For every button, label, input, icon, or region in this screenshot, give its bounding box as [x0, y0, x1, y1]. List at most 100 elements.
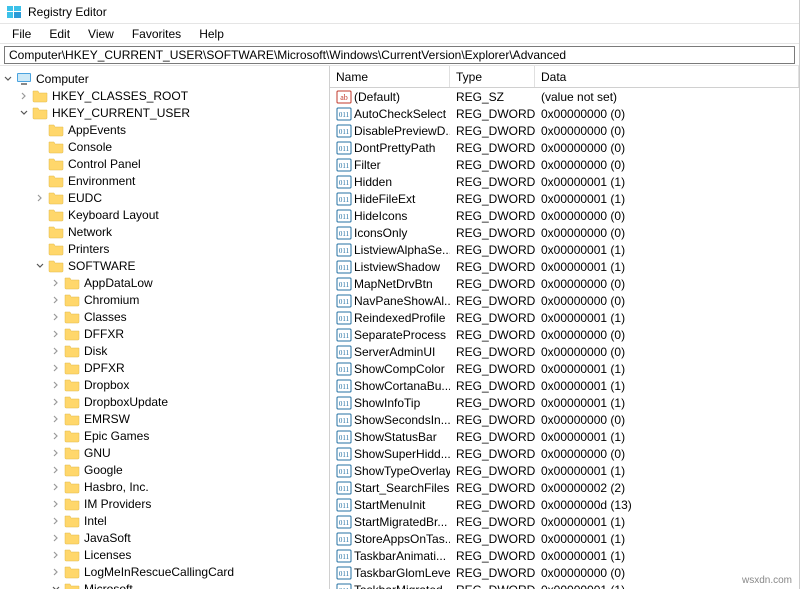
- tree-item[interactable]: IM Providers: [0, 495, 329, 512]
- tree-expander-icon[interactable]: [48, 581, 64, 589]
- tree-pane[interactable]: ComputerHKEY_CLASSES_ROOTHKEY_CURRENT_US…: [0, 66, 330, 589]
- column-header-type[interactable]: Type: [450, 66, 535, 87]
- menu-edit[interactable]: Edit: [41, 25, 78, 43]
- value-row[interactable]: 011DontPrettyPathREG_DWORD0x00000000 (0): [330, 139, 799, 156]
- tree-item[interactable]: Chromium: [0, 291, 329, 308]
- value-row[interactable]: 011MapNetDrvBtnREG_DWORD0x00000000 (0): [330, 275, 799, 292]
- value-row[interactable]: 011TaskbarGlomLevelREG_DWORD0x00000000 (…: [330, 564, 799, 581]
- menu-view[interactable]: View: [80, 25, 122, 43]
- tree-item[interactable]: EUDC: [0, 189, 329, 206]
- tree-expander-icon[interactable]: [48, 428, 64, 444]
- tree-item[interactable]: Intel: [0, 512, 329, 529]
- tree-item[interactable]: HKEY_CLASSES_ROOT: [0, 87, 329, 104]
- tree-item[interactable]: DropboxUpdate: [0, 393, 329, 410]
- value-row[interactable]: 011HideFileExtREG_DWORD0x00000001 (1): [330, 190, 799, 207]
- tree-expander-icon[interactable]: [48, 411, 64, 427]
- tree-item[interactable]: DFFXR: [0, 325, 329, 342]
- value-row[interactable]: 011ShowTypeOverlayREG_DWORD0x00000001 (1…: [330, 462, 799, 479]
- value-row[interactable]: 011ListviewAlphaSe...REG_DWORD0x00000001…: [330, 241, 799, 258]
- tree-expander-icon[interactable]: [48, 343, 64, 359]
- tree-expander-icon[interactable]: [48, 530, 64, 546]
- value-row[interactable]: 011TaskbarAnimati...REG_DWORD0x00000001 …: [330, 547, 799, 564]
- tree-expander-icon[interactable]: [48, 479, 64, 495]
- tree-item[interactable]: Dropbox: [0, 376, 329, 393]
- tree-expander-icon[interactable]: [48, 275, 64, 291]
- value-row[interactable]: 011StartMigratedBr...REG_DWORD0x00000001…: [330, 513, 799, 530]
- tree-item[interactable]: DPFXR: [0, 359, 329, 376]
- tree-item[interactable]: EMRSW: [0, 410, 329, 427]
- value-row[interactable]: 011IconsOnlyREG_DWORD0x00000000 (0): [330, 224, 799, 241]
- tree-item[interactable]: AppDataLow: [0, 274, 329, 291]
- tree-expander-icon[interactable]: [32, 258, 48, 274]
- value-row[interactable]: 011FilterREG_DWORD0x00000000 (0): [330, 156, 799, 173]
- tree-expander-icon[interactable]: [48, 292, 64, 308]
- tree-expander-icon[interactable]: [48, 513, 64, 529]
- value-row[interactable]: 011StoreAppsOnTas...REG_DWORD0x00000001 …: [330, 530, 799, 547]
- tree-item[interactable]: GNU: [0, 444, 329, 461]
- tree-expander-icon[interactable]: [0, 71, 16, 87]
- tree-item[interactable]: LogMeInRescueCallingCard: [0, 563, 329, 580]
- value-row[interactable]: 011ShowCompColorREG_DWORD0x00000001 (1): [330, 360, 799, 377]
- value-row[interactable]: 011ReindexedProfileREG_DWORD0x00000001 (…: [330, 309, 799, 326]
- value-row[interactable]: 011ShowInfoTipREG_DWORD0x00000001 (1): [330, 394, 799, 411]
- tree-item[interactable]: Computer: [0, 70, 329, 87]
- menu-help[interactable]: Help: [191, 25, 232, 43]
- value-row[interactable]: 011HiddenREG_DWORD0x00000001 (1): [330, 173, 799, 190]
- tree-expander-icon[interactable]: [48, 564, 64, 580]
- value-row[interactable]: 011Start_SearchFilesREG_DWORD0x00000002 …: [330, 479, 799, 496]
- tree-item[interactable]: Environment: [0, 172, 329, 189]
- tree-item[interactable]: Control Panel: [0, 155, 329, 172]
- tree-expander-icon[interactable]: [16, 88, 32, 104]
- tree-item[interactable]: Classes: [0, 308, 329, 325]
- tree-item[interactable]: SOFTWARE: [0, 257, 329, 274]
- tree-expander-icon[interactable]: [16, 105, 32, 121]
- value-data: 0x00000000 (0): [535, 107, 799, 121]
- value-row[interactable]: ab(Default)REG_SZ(value not set): [330, 88, 799, 105]
- tree-expander-icon[interactable]: [48, 394, 64, 410]
- value-row[interactable]: 011NavPaneShowAl...REG_DWORD0x00000000 (…: [330, 292, 799, 309]
- tree-expander-icon[interactable]: [48, 462, 64, 478]
- tree-item[interactable]: Hasbro, Inc.: [0, 478, 329, 495]
- values-list[interactable]: ab(Default)REG_SZ(value not set)011AutoC…: [330, 88, 799, 589]
- value-row[interactable]: 011ShowStatusBarREG_DWORD0x00000001 (1): [330, 428, 799, 445]
- tree-expander-icon[interactable]: [48, 326, 64, 342]
- value-row[interactable]: 011StartMenuInitREG_DWORD0x0000000d (13): [330, 496, 799, 513]
- tree-item[interactable]: AppEvents: [0, 121, 329, 138]
- tree-item[interactable]: Network: [0, 223, 329, 240]
- value-row[interactable]: 011TaskbarMigrated...REG_DWORD0x00000001…: [330, 581, 799, 589]
- tree-expander-icon[interactable]: [48, 445, 64, 461]
- value-row[interactable]: 011AutoCheckSelectREG_DWORD0x00000000 (0…: [330, 105, 799, 122]
- tree-expander-icon[interactable]: [48, 360, 64, 376]
- column-header-name[interactable]: Name: [330, 66, 450, 87]
- address-input[interactable]: [4, 46, 795, 64]
- value-row[interactable]: 011ShowCortanaBu...REG_DWORD0x00000001 (…: [330, 377, 799, 394]
- tree-expander-icon[interactable]: [32, 190, 48, 206]
- tree-item[interactable]: Licenses: [0, 546, 329, 563]
- tree-item[interactable]: JavaSoft: [0, 529, 329, 546]
- tree-item[interactable]: Google: [0, 461, 329, 478]
- value-row[interactable]: 011ServerAdminUIREG_DWORD0x00000000 (0): [330, 343, 799, 360]
- tree-expander-icon[interactable]: [48, 547, 64, 563]
- binary-value-icon: 011: [336, 141, 352, 155]
- column-header-data[interactable]: Data: [535, 66, 799, 87]
- value-row[interactable]: 011DisablePreviewD...REG_DWORD0x00000000…: [330, 122, 799, 139]
- tree-item[interactable]: Epic Games: [0, 427, 329, 444]
- tree-item-label: Network: [66, 225, 112, 239]
- tree-expander-icon[interactable]: [48, 496, 64, 512]
- tree-item[interactable]: Microsoft: [0, 580, 329, 589]
- value-row[interactable]: 011ShowSecondsIn...REG_DWORD0x00000000 (…: [330, 411, 799, 428]
- value-row[interactable]: 011HideIconsREG_DWORD0x00000000 (0): [330, 207, 799, 224]
- tree-item[interactable]: Printers: [0, 240, 329, 257]
- value-row[interactable]: 011ShowSuperHidd...REG_DWORD0x00000000 (…: [330, 445, 799, 462]
- value-row[interactable]: 011ListviewShadowREG_DWORD0x00000001 (1): [330, 258, 799, 275]
- menu-favorites[interactable]: Favorites: [124, 25, 189, 43]
- tree-item[interactable]: HKEY_CURRENT_USER: [0, 104, 329, 121]
- tree-item[interactable]: Disk: [0, 342, 329, 359]
- tree-item[interactable]: Keyboard Layout: [0, 206, 329, 223]
- menu-file[interactable]: File: [4, 25, 39, 43]
- tree-expander-icon[interactable]: [48, 377, 64, 393]
- tree-expander-icon[interactable]: [48, 309, 64, 325]
- value-row[interactable]: 011SeparateProcessREG_DWORD0x00000000 (0…: [330, 326, 799, 343]
- tree-item[interactable]: Console: [0, 138, 329, 155]
- tree-item-label: DPFXR: [82, 361, 125, 375]
